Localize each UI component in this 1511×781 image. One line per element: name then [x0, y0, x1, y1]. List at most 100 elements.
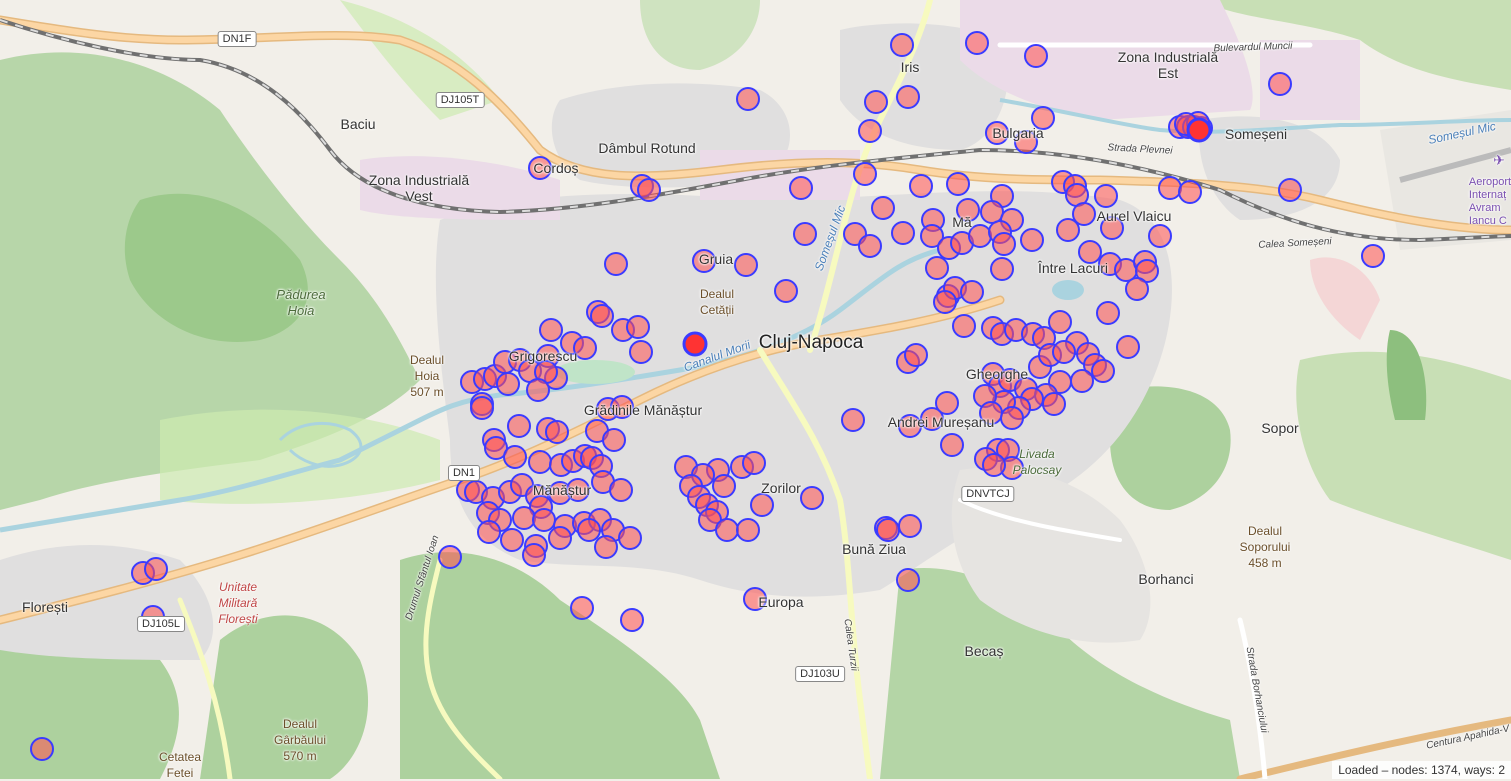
- location-marker[interactable]: [1148, 224, 1172, 248]
- location-marker[interactable]: [793, 222, 817, 246]
- location-marker[interactable]: [1056, 218, 1080, 242]
- location-marker[interactable]: [470, 396, 494, 420]
- location-marker[interactable]: [965, 31, 989, 55]
- location-marker[interactable]: [925, 256, 949, 280]
- location-marker[interactable]: [620, 608, 644, 632]
- location-marker[interactable]: [940, 433, 964, 457]
- location-marker[interactable]: [982, 453, 1006, 477]
- location-marker[interactable]: [904, 343, 928, 367]
- location-marker[interactable]: [1048, 310, 1072, 334]
- location-marker[interactable]: [960, 280, 984, 304]
- airport-icon: ✈: [1493, 152, 1505, 168]
- location-marker[interactable]: [496, 372, 520, 396]
- location-marker[interactable]: [507, 414, 531, 438]
- location-marker[interactable]: [946, 172, 970, 196]
- location-marker[interactable]: [539, 318, 563, 342]
- location-marker[interactable]: [980, 200, 1004, 224]
- location-marker[interactable]: [891, 221, 915, 245]
- location-marker[interactable]: [774, 279, 798, 303]
- shield-dj105t: DJ105T: [435, 92, 485, 108]
- label-gradinile-manastur: Grădinile Mănăștur: [583, 402, 703, 418]
- location-marker[interactable]: [898, 514, 922, 538]
- location-marker[interactable]: [1361, 244, 1385, 268]
- status-bar: Loaded – nodes: 1374, ways: 2: [1332, 761, 1511, 779]
- location-marker[interactable]: [853, 162, 877, 186]
- location-marker[interactable]: [573, 336, 597, 360]
- location-marker[interactable]: [1096, 301, 1120, 325]
- location-marker[interactable]: [637, 178, 661, 202]
- location-marker[interactable]: [990, 257, 1014, 281]
- shield-dj105l: DJ105L: [137, 616, 185, 632]
- label-sopor: Sopor: [1261, 420, 1299, 436]
- label-iris: Iris: [900, 59, 920, 75]
- location-marker[interactable]: [896, 85, 920, 109]
- location-marker[interactable]: [871, 196, 895, 220]
- location-marker[interactable]: [1278, 178, 1302, 202]
- location-marker[interactable]: [992, 232, 1016, 256]
- location-marker[interactable]: [890, 33, 914, 57]
- location-marker[interactable]: [736, 87, 760, 111]
- location-marker[interactable]: [1268, 72, 1292, 96]
- map-canvas[interactable]: [0, 0, 1511, 779]
- location-marker[interactable]: [144, 557, 168, 581]
- location-marker[interactable]: [800, 486, 824, 510]
- location-marker[interactable]: [952, 314, 976, 338]
- location-marker[interactable]: [1024, 44, 1048, 68]
- location-marker[interactable]: [1125, 277, 1149, 301]
- location-marker[interactable]: [545, 420, 569, 444]
- location-marker[interactable]: [1094, 184, 1118, 208]
- location-marker[interactable]: [841, 408, 865, 432]
- location-marker[interactable]: [1020, 228, 1044, 252]
- location-marker[interactable]: [1091, 359, 1115, 383]
- location-marker[interactable]: [528, 450, 552, 474]
- location-marker[interactable]: [602, 428, 626, 452]
- location-marker[interactable]: [532, 508, 556, 532]
- location-marker[interactable]: [896, 568, 920, 592]
- location-marker[interactable]: [577, 518, 601, 542]
- location-marker[interactable]: [876, 518, 900, 542]
- location-marker[interactable]: [594, 535, 618, 559]
- location-marker[interactable]: [712, 474, 736, 498]
- location-marker[interactable]: [570, 596, 594, 620]
- location-marker[interactable]: [864, 90, 888, 114]
- location-marker[interactable]: [522, 543, 546, 567]
- location-marker[interactable]: [750, 493, 774, 517]
- location-marker[interactable]: [1070, 369, 1094, 393]
- location-marker[interactable]: [604, 252, 628, 276]
- location-marker[interactable]: [1000, 406, 1024, 430]
- location-marker[interactable]: [1052, 340, 1076, 364]
- location-marker[interactable]: [626, 315, 650, 339]
- location-marker[interactable]: [1158, 176, 1182, 200]
- location-marker[interactable]: [858, 234, 882, 258]
- location-marker[interactable]: [590, 304, 614, 328]
- shield-dnvtcj: DNVTCJ: [961, 486, 1015, 502]
- location-marker[interactable]: [789, 176, 813, 200]
- location-marker[interactable]: [858, 119, 882, 143]
- location-marker[interactable]: [477, 520, 501, 544]
- location-marker[interactable]: [742, 451, 766, 475]
- location-marker[interactable]: [548, 526, 572, 550]
- location-marker[interactable]: [500, 528, 524, 552]
- location-marker[interactable]: [30, 737, 54, 761]
- location-marker[interactable]: [629, 340, 653, 364]
- location-marker[interactable]: [618, 526, 642, 550]
- label-buna-ziua: Bună Ziua: [842, 541, 906, 557]
- label-cluj-napoca: Cluj-Napoca: [758, 332, 864, 353]
- location-marker-dense[interactable]: [1186, 117, 1212, 143]
- location-marker[interactable]: [438, 545, 462, 569]
- location-marker[interactable]: [512, 506, 536, 530]
- location-marker[interactable]: [1178, 180, 1202, 204]
- location-marker[interactable]: [1116, 335, 1140, 359]
- location-marker[interactable]: [736, 518, 760, 542]
- location-marker[interactable]: [526, 378, 550, 402]
- location-marker[interactable]: [909, 174, 933, 198]
- location-marker[interactable]: [968, 224, 992, 248]
- label-europa: Europa: [758, 594, 804, 610]
- location-marker[interactable]: [734, 253, 758, 277]
- location-marker[interactable]: [715, 518, 739, 542]
- location-marker[interactable]: [503, 445, 527, 469]
- label-livada-palocsay: Livada Palocsay: [1012, 447, 1062, 477]
- location-marker[interactable]: [1042, 392, 1066, 416]
- location-marker[interactable]: [933, 290, 957, 314]
- location-marker[interactable]: [609, 478, 633, 502]
